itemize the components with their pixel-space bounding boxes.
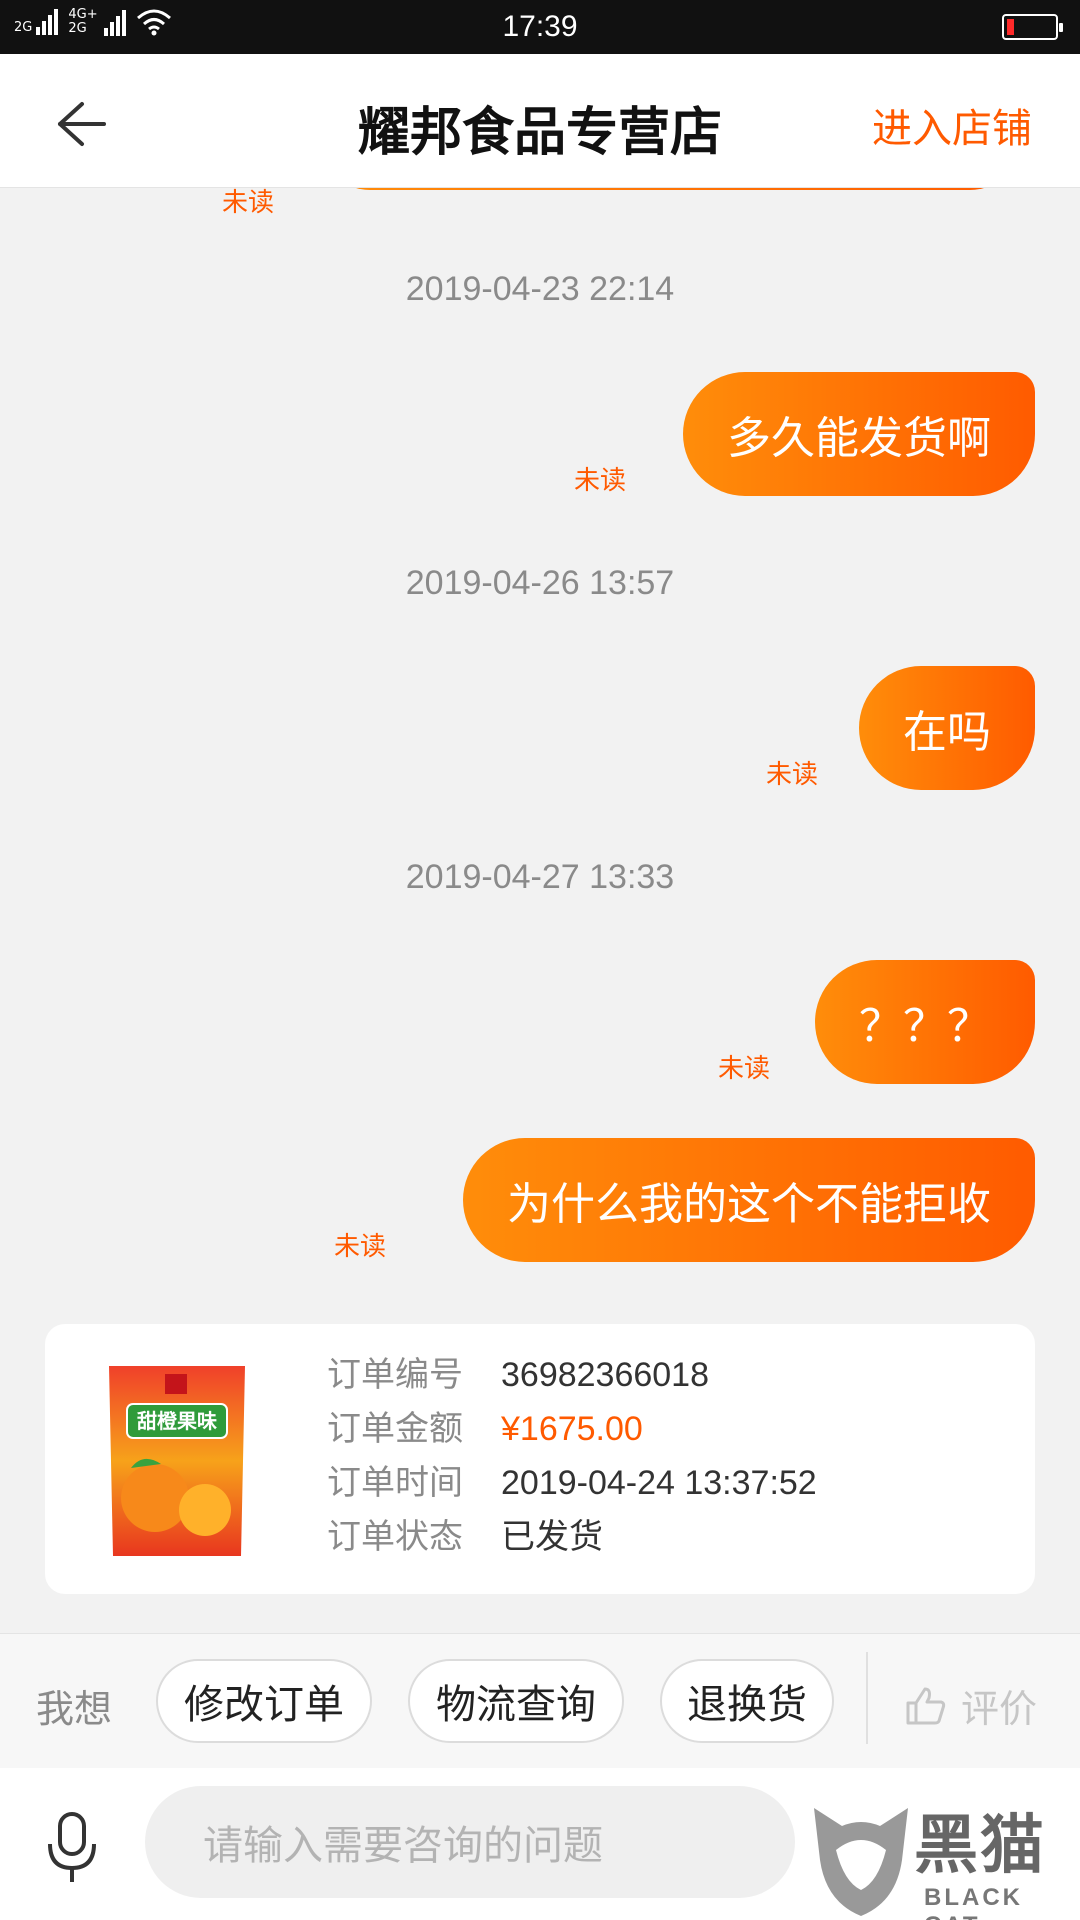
message-timestamp: 2019-04-23 22:14 (405, 270, 675, 308)
order-amount-row: 订单金额 ¥1675.00 (327, 1402, 817, 1456)
chat-area[interactable]: 未读 2019-04-23 22:14 多久能发货啊 未读 2019-04-26… (0, 188, 1080, 1633)
unread-label: 未读 (766, 760, 819, 790)
order-number-value: 36982366018 (501, 1356, 710, 1394)
message-input[interactable]: 请输入需要咨询的问题 (145, 1786, 795, 1898)
order-number-label: 订单编号 (327, 1355, 463, 1395)
order-time-value: 2019-04-24 13:37:52 (501, 1464, 817, 1502)
microphone-icon[interactable] (40, 1808, 104, 1888)
enter-shop-link[interactable]: 进入店铺 (872, 96, 1032, 154)
logistics-query-button[interactable]: 物流查询 (408, 1659, 624, 1743)
battery-icon (1002, 14, 1063, 40)
order-amount-label: 订单金额 (327, 1409, 463, 1449)
unread-label: 未读 (334, 1232, 387, 1262)
watermark-text: 黑猫 (914, 1809, 1046, 1883)
rate-label: 评价 (961, 1687, 1038, 1731)
thumbs-up-icon (906, 1687, 946, 1724)
order-card[interactable]: 甜橙果味 订单编号 36982366018 订单金额 ¥1675.00 订单时间… (45, 1324, 1035, 1594)
message-timestamp: 2019-04-27 13:33 (405, 858, 675, 896)
black-cat-watermark: 黑猫 BLACK CAT (806, 1790, 1080, 1920)
header: 耀邦食品专营店 进入店铺 (0, 54, 1080, 188)
order-status-value: 已发货 (501, 1517, 603, 1557)
watermark-subtext: BLACK CAT (924, 1884, 1023, 1920)
status-time: 17:39 (502, 10, 578, 43)
message-timestamp: 2019-04-26 13:57 (405, 564, 675, 602)
rate-button[interactable]: 评价 (905, 1678, 1037, 1733)
unread-label: 未读 (574, 466, 627, 496)
product-image: 甜橙果味 (109, 1366, 245, 1556)
modify-order-button[interactable]: 修改订单 (156, 1659, 372, 1743)
quick-actions-bar: 我想 修改订单 物流查询 退换货 评价 (0, 1633, 1080, 1768)
product-package-text: 甜橙果味 (137, 1409, 217, 1433)
message-bubble-partial (320, 188, 1020, 190)
order-amount-value: ¥1675.00 (501, 1410, 643, 1448)
status-bar: 2G 4G+ 2G 17:39 (0, 0, 1080, 54)
order-status-label: 订单状态 (327, 1517, 463, 1557)
unread-label: 未读 (718, 1054, 771, 1084)
message-bubble[interactable]: ？？？ (815, 960, 1035, 1084)
input-bar: 请输入需要咨询的问题 黑猫 BLACK CAT (0, 1768, 1080, 1920)
unread-label: 未读 (222, 188, 275, 218)
return-exchange-button[interactable]: 退换货 (660, 1659, 834, 1743)
order-status-row: 订单状态 已发货 (327, 1510, 817, 1564)
message-bubble[interactable]: 在吗 (859, 666, 1035, 790)
order-time-row: 订单时间 2019-04-24 13:37:52 (327, 1456, 817, 1510)
order-details: 订单编号 36982366018 订单金额 ¥1675.00 订单时间 2019… (327, 1348, 817, 1564)
message-bubble[interactable]: 多久能发货啊 (683, 372, 1035, 496)
order-number-row: 订单编号 36982366018 (327, 1348, 817, 1402)
divider (866, 1652, 868, 1744)
order-time-label: 订单时间 (327, 1463, 463, 1503)
quick-actions-prefix: 我想 (36, 1687, 113, 1731)
message-bubble[interactable]: 为什么我的这个不能拒收 (463, 1138, 1035, 1262)
black-cat-logo-icon (814, 1808, 908, 1916)
